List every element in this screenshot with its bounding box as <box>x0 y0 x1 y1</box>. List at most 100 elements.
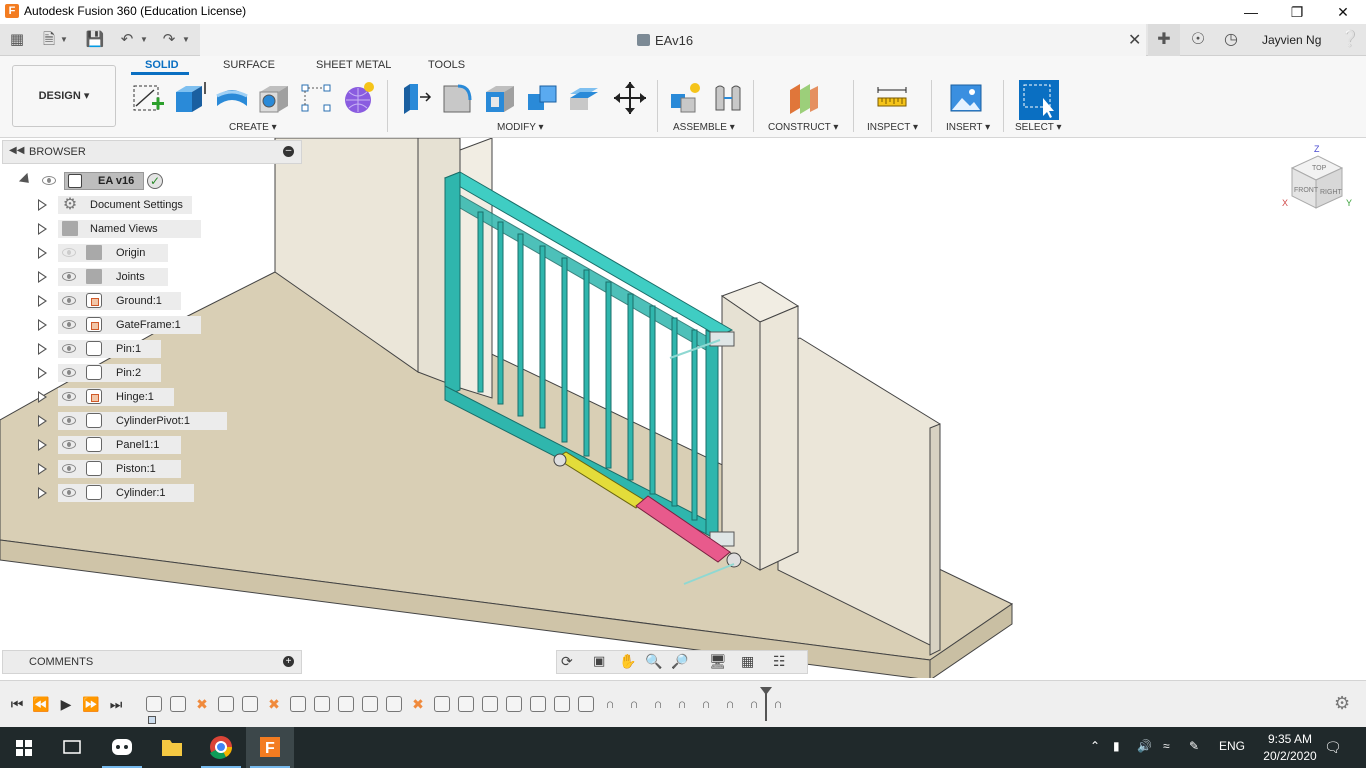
restore-button[interactable]: ❐ <box>1274 0 1320 24</box>
timeline-comp-feature[interactable] <box>386 696 402 712</box>
viewports-icon[interactable]: ☷ <box>773 653 786 670</box>
timeline-comp-feature[interactable] <box>218 696 234 712</box>
browser-panel-header[interactable]: ◀◀ BROWSER – <box>2 140 302 164</box>
timeline-motion-feature[interactable]: ∩ <box>602 696 618 712</box>
user-name[interactable]: Jayvien Ng <box>1262 33 1321 47</box>
undo-icon[interactable]: ↶ <box>116 29 138 51</box>
timeline-comp-feature[interactable] <box>290 696 306 712</box>
expand-arrow-icon[interactable] <box>38 415 47 427</box>
browser-item-pin-1[interactable]: Pin:1 <box>0 338 300 360</box>
visibility-eye-icon[interactable] <box>62 392 76 401</box>
active-component-check-icon[interactable]: ✓ <box>147 173 163 189</box>
start-button[interactable] <box>0 727 48 768</box>
browser-item-hinge-1[interactable]: Hinge:1 <box>0 386 300 408</box>
timeline-comp-feature[interactable] <box>434 696 450 712</box>
timeline-joint-feature[interactable]: ✖ <box>194 696 210 712</box>
view-cube[interactable]: TOP FRONT RIGHT Z X Y <box>1278 142 1356 220</box>
job-status-icon[interactable]: ◷ <box>1215 24 1247 56</box>
timeline-start-handle[interactable] <box>148 716 156 724</box>
discord-taskbar-button[interactable] <box>98 727 146 768</box>
new-tab-icon[interactable]: ✚ <box>1148 24 1180 56</box>
visibility-eye-icon[interactable] <box>62 440 76 449</box>
press-pull-icon[interactable] <box>398 80 434 116</box>
look-at-icon[interactable]: ▣ <box>593 653 605 669</box>
expand-arrow-icon[interactable] <box>38 391 47 403</box>
go-to-start-icon[interactable]: ⏮ <box>8 695 26 713</box>
expand-arrow-icon[interactable] <box>38 295 47 307</box>
select-icon[interactable] <box>1019 80 1059 120</box>
tab-sheet-metal[interactable]: SHEET METAL <box>316 59 391 71</box>
timeline-joint-feature[interactable]: ✖ <box>266 696 282 712</box>
orbit-icon[interactable]: ⟳ <box>561 653 573 670</box>
browser-item-joints[interactable]: Joints <box>0 266 300 288</box>
volume-icon[interactable]: 🔊 <box>1137 739 1152 753</box>
combine-icon[interactable] <box>524 80 560 116</box>
go-to-end-icon[interactable]: ⏭ <box>107 695 125 713</box>
expand-arrow-icon[interactable] <box>38 343 47 355</box>
timeline-motion-feature[interactable]: ∩ <box>698 696 714 712</box>
timeline-comp-feature[interactable] <box>506 696 522 712</box>
grid-snaps-icon[interactable]: ▦ <box>741 653 754 670</box>
expand-arrow-icon[interactable] <box>38 487 47 499</box>
notifications-icon[interactable]: 🗨 <box>1324 739 1342 756</box>
chrome-taskbar-button[interactable] <box>197 727 245 768</box>
minimize-button[interactable]: — <box>1228 0 1274 24</box>
data-panel-grid-icon[interactable]: ▦ <box>6 29 28 51</box>
pattern-icon[interactable] <box>298 80 334 116</box>
redo-icon[interactable]: ↷ <box>158 29 180 51</box>
close-window-button[interactable]: ✕ <box>1320 0 1366 24</box>
group-create[interactable]: CREATE ▾ <box>229 122 277 133</box>
expand-arrow-icon[interactable] <box>38 367 47 379</box>
tab-solid[interactable]: SOLID <box>145 59 179 71</box>
add-comment-icon[interactable]: + <box>283 656 294 667</box>
browser-item-document-settings[interactable]: ⚙ Document Settings <box>0 194 300 216</box>
close-tab-icon[interactable]: ✕ <box>1128 30 1141 50</box>
visibility-eye-icon[interactable] <box>62 416 76 425</box>
fusion-taskbar-button[interactable]: F <box>246 727 294 768</box>
fillet-icon[interactable] <box>440 80 476 116</box>
document-tab[interactable]: EAv16 ✕ <box>200 24 1146 56</box>
timeline-joint-feature[interactable]: ✖ <box>410 696 426 712</box>
fit-icon[interactable]: 🔎 <box>671 653 688 670</box>
browser-item-panel1-1[interactable]: Panel1:1 <box>0 434 300 456</box>
group-inspect[interactable]: INSPECT ▾ <box>867 122 918 133</box>
timeline-comp-feature[interactable] <box>554 696 570 712</box>
timeline-comp-feature[interactable] <box>530 696 546 712</box>
browser-item-named-views[interactable]: Named Views <box>0 218 300 240</box>
expand-arrow-icon[interactable] <box>38 439 47 451</box>
move-copy-icon[interactable] <box>612 80 648 116</box>
visibility-eye-icon[interactable] <box>62 320 76 329</box>
chevron-down-icon[interactable]: ▼ <box>58 29 70 51</box>
timeline-comp-feature[interactable] <box>146 696 162 712</box>
group-modify[interactable]: MODIFY ▾ <box>497 122 544 133</box>
shell-icon[interactable] <box>482 80 518 116</box>
collapse-browser-icon[interactable]: ◀◀ <box>9 145 24 156</box>
visibility-eye-icon[interactable] <box>62 344 76 353</box>
clock-time[interactable]: 9:35 AM <box>1259 732 1321 746</box>
display-settings-icon[interactable]: 🖥 <box>709 653 727 670</box>
measure-icon[interactable] <box>874 80 910 116</box>
expand-arrow-icon[interactable] <box>38 223 47 235</box>
visibility-eye-icon[interactable] <box>62 272 76 281</box>
tab-tools[interactable]: TOOLS <box>428 59 465 71</box>
expand-arrow-icon[interactable] <box>38 319 47 331</box>
pan-icon[interactable]: ✋ <box>619 653 636 670</box>
expand-arrow-icon[interactable] <box>38 463 47 475</box>
timeline-motion-feature[interactable]: ∩ <box>746 696 762 712</box>
browser-root-item[interactable]: EA v16 ✓ <box>0 170 300 192</box>
timeline-comp-feature[interactable] <box>458 696 474 712</box>
extrude-icon[interactable] <box>172 80 208 116</box>
browser-item-cylinder-1[interactable]: Cylinder:1 <box>0 482 300 504</box>
save-icon[interactable]: 💾 <box>84 29 106 51</box>
help-icon[interactable]: ❔ <box>1334 24 1366 56</box>
tab-surface[interactable]: SURFACE <box>223 59 275 71</box>
timeline-comp-feature[interactable] <box>482 696 498 712</box>
browser-item-pin-2[interactable]: Pin:2 <box>0 362 300 384</box>
offset-face-icon[interactable] <box>566 80 602 116</box>
language-indicator[interactable]: ENG <box>1219 739 1245 753</box>
browser-item-cylinderpivot-1[interactable]: CylinderPivot:1 <box>0 410 300 432</box>
timeline-motion-feature[interactable]: ∩ <box>650 696 666 712</box>
timeline-settings-gear-icon[interactable]: ⚙ <box>1334 693 1350 714</box>
timeline-comp-feature[interactable] <box>338 696 354 712</box>
visibility-eye-icon[interactable] <box>62 368 76 377</box>
